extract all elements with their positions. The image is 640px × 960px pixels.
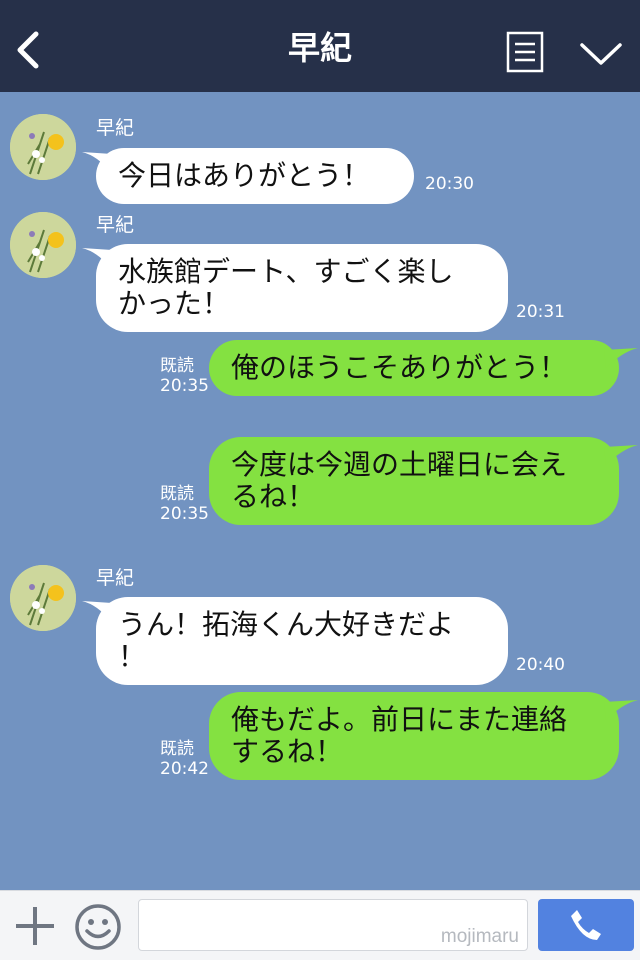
avatar-image: [10, 114, 76, 180]
phone-icon: [571, 910, 601, 940]
avatar[interactable]: [10, 565, 76, 631]
message-bubble[interactable]: うん！拓海くん大好きだよ ！: [96, 597, 508, 685]
message-input[interactable]: mojimaru: [138, 899, 528, 951]
message-time: 20:35: [160, 504, 209, 524]
bubble-tail: [604, 445, 638, 465]
message-text: 俺のほうこそありがとう！: [231, 351, 568, 384]
sender-name: 早紀: [96, 567, 135, 589]
message-time: 20:42: [160, 759, 209, 779]
message-time: 20:30: [425, 174, 474, 194]
message-time: 20:31: [516, 302, 565, 322]
chat-title: 早紀: [287, 29, 352, 67]
message-meta: 既読 20:35: [160, 356, 209, 396]
sender-name: 早紀: [96, 214, 135, 236]
read-receipt: 既読: [160, 484, 194, 504]
message-text-line: するね！: [231, 735, 344, 768]
message-text-line: うん！拓海くん大好きだよ: [118, 608, 455, 641]
bubble-tail: [604, 348, 638, 368]
sender-name: 早紀: [96, 117, 135, 139]
call-button[interactable]: [538, 899, 634, 951]
message-bubble[interactable]: 水族館デート、すごく楽し かった！: [96, 244, 508, 332]
watermark: mojimaru: [440, 926, 519, 947]
avatar-image: [10, 212, 76, 278]
message-text-line: るね！: [231, 480, 316, 513]
message-bubble[interactable]: 俺のほうこそありがとう！: [209, 340, 619, 396]
read-receipt: 既読: [160, 739, 194, 759]
smile-icon[interactable]: [74, 903, 122, 951]
avatar[interactable]: [10, 114, 76, 180]
message-bubble[interactable]: 俺もだよ。前日にまた連絡 するね！: [209, 692, 619, 780]
chat-header: 早紀: [0, 0, 640, 92]
chevron-down-icon[interactable]: [578, 40, 624, 68]
message-time: 20:40: [516, 655, 565, 675]
message-bubble[interactable]: 今日はありがとう！: [96, 148, 414, 204]
message-meta: 既読 20:35: [160, 484, 209, 524]
message-text-line: ！: [118, 640, 147, 673]
menu-icon[interactable]: [506, 31, 544, 73]
message-text-line: かった！: [118, 287, 231, 320]
bubble-tail: [604, 700, 638, 720]
plus-icon[interactable]: [14, 905, 56, 947]
message-text: 今日はありがとう！: [118, 159, 371, 192]
input-bar: mojimaru: [0, 890, 640, 960]
message-bubble[interactable]: 今度は今週の土曜日に会え るね！: [209, 437, 619, 525]
avatar[interactable]: [10, 212, 76, 278]
read-receipt: 既読: [160, 356, 194, 376]
message-text-line: 水族館デート、すごく楽し: [118, 255, 454, 288]
message-text-line: 今度は今週の土曜日に会え: [231, 448, 568, 481]
avatar-image: [10, 565, 76, 631]
message-text-line: 俺もだよ。前日にまた連絡: [231, 703, 568, 736]
message-meta: 既読 20:42: [160, 739, 209, 779]
message-time: 20:35: [160, 376, 209, 396]
